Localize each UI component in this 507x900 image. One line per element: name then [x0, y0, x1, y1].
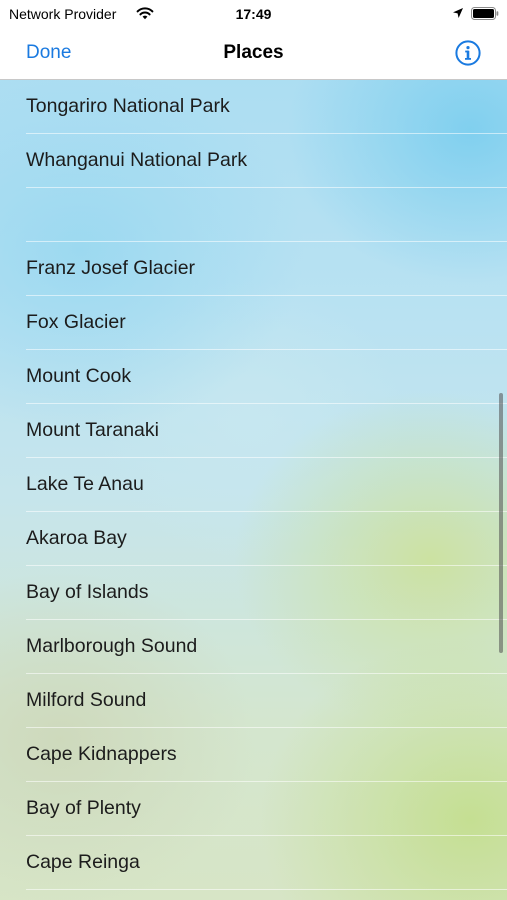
list-item[interactable]: Tongariro National Park — [26, 80, 507, 134]
list-item[interactable]: Bay of Islands — [26, 566, 507, 620]
list-item[interactable]: Cape Kidnappers — [26, 728, 507, 782]
place-label: Fox Glacier — [26, 311, 126, 333]
place-label: Mount Cook — [26, 365, 132, 387]
scroll-indicator[interactable] — [499, 393, 503, 653]
list-item[interactable]: Cape Reinga — [26, 836, 507, 890]
page-title: Places — [223, 42, 284, 63]
place-label: Milford Sound — [26, 689, 147, 711]
info-icon[interactable] — [455, 40, 481, 66]
status-time: 17:49 — [235, 6, 272, 22]
place-label: Bay of Islands — [26, 581, 149, 603]
list-item[interactable] — [26, 188, 507, 242]
list-item[interactable]: Akaroa Bay — [26, 512, 507, 566]
list-item[interactable]: Marlborough Sound — [26, 620, 507, 674]
battery-icon — [471, 7, 499, 20]
list-item[interactable]: Milford Sound — [26, 674, 507, 728]
place-label: Mount Taranaki — [26, 419, 159, 441]
list-item[interactable]: Bay of Plenty — [26, 782, 507, 836]
list-item[interactable]: Mount Cook — [26, 350, 507, 404]
place-label: Tongariro National Park — [26, 95, 230, 117]
place-label: Marlborough Sound — [26, 635, 198, 657]
list-item[interactable]: Whanganui National Park — [26, 134, 507, 188]
list-item[interactable]: Lake Te Anau — [26, 458, 507, 512]
list-item[interactable]: Franz Josef Glacier — [26, 242, 507, 296]
list-item[interactable]: Fox Glacier — [26, 296, 507, 350]
places-list: Tongariro National Park Whanganui Nation… — [0, 80, 507, 890]
place-label: Cape Reinga — [26, 851, 140, 873]
place-label: Whanganui National Park — [26, 149, 248, 171]
list-item[interactable]: Mount Taranaki — [26, 404, 507, 458]
place-label: Bay of Plenty — [26, 797, 141, 819]
status-bar: Network Provider 17:49 — [0, 0, 507, 28]
location-arrow-icon — [453, 8, 463, 18]
place-label: Franz Josef Glacier — [26, 257, 196, 279]
place-label: Cape Kidnappers — [26, 743, 177, 765]
place-label: Akaroa Bay — [26, 527, 127, 549]
navigation-bar: Done Places — [0, 28, 507, 80]
place-label: Lake Te Anau — [26, 473, 144, 495]
